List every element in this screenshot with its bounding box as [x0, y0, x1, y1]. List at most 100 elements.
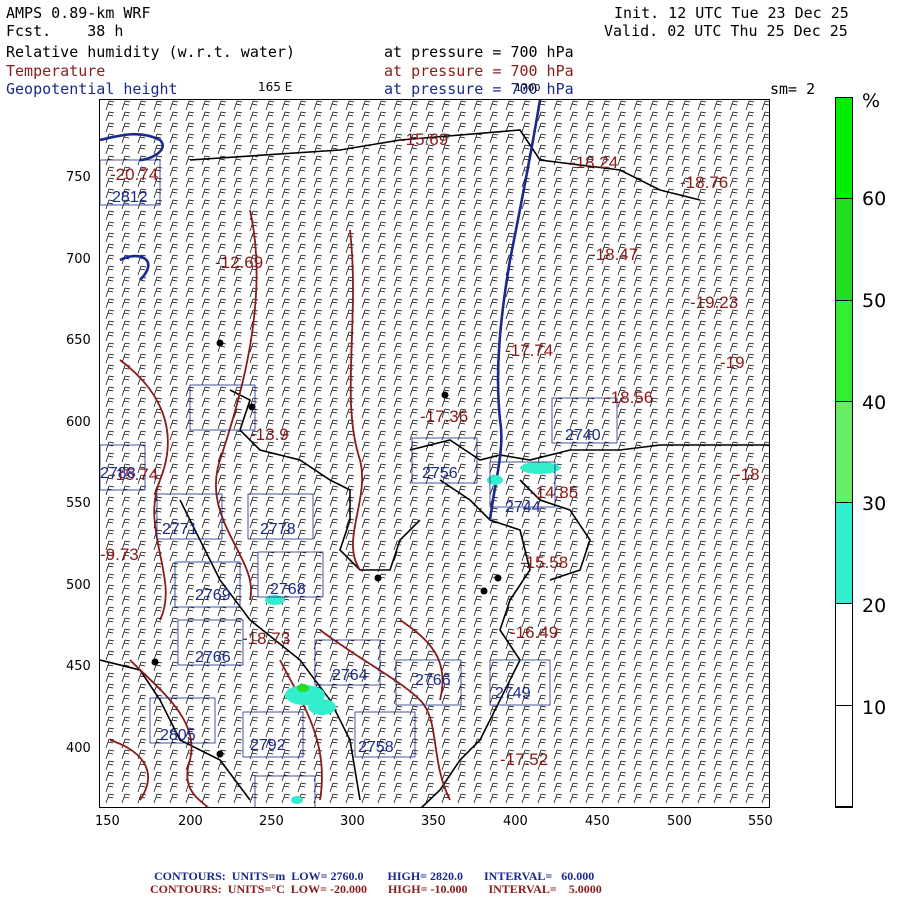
wind-barb [665, 111, 675, 122]
wind-barb [137, 562, 147, 573]
wind-barb [553, 672, 563, 683]
wind-barb [297, 133, 307, 144]
wind-barb [601, 562, 611, 573]
wind-barb [729, 331, 739, 342]
wind-barb [521, 199, 531, 210]
wind-barb [393, 573, 403, 584]
wind-barb [617, 562, 627, 573]
wind-barb [425, 199, 435, 210]
wind-barb [297, 265, 307, 276]
wind-barb [649, 221, 659, 232]
wind-barb [585, 309, 595, 320]
colorbar-tick-label: 20 [862, 595, 887, 617]
wind-barb [697, 694, 707, 705]
wind-barb [265, 243, 275, 254]
wind-barb [169, 287, 179, 298]
wind-barb [425, 661, 435, 672]
wind-barb [169, 155, 179, 166]
wind-barb [537, 331, 547, 342]
wind-barb [265, 331, 275, 342]
wind-barb [105, 232, 115, 243]
wind-barb [329, 386, 339, 397]
wind-barb [329, 452, 339, 463]
wind-barb [649, 430, 659, 441]
wind-barb [601, 595, 611, 606]
wind-barb [329, 265, 339, 276]
wind-barb [729, 683, 739, 694]
height-label: 2766 [415, 672, 451, 689]
wind-barb [553, 661, 563, 672]
wind-barb [185, 210, 195, 221]
wind-barb [185, 441, 195, 452]
wind-barb [185, 232, 195, 243]
wind-barb [505, 540, 515, 551]
wind-barb [473, 232, 483, 243]
wind-barb [217, 551, 227, 562]
wind-barb [761, 771, 769, 782]
colorbar-tick-label: 30 [862, 493, 887, 515]
wind-barb [105, 397, 115, 408]
wind-barb [329, 584, 339, 595]
wind-barb [265, 111, 275, 122]
wind-barb [345, 188, 355, 199]
wind-barb [745, 155, 755, 166]
wind-barb [681, 210, 691, 221]
wind-barb [585, 727, 595, 738]
wind-barb [265, 793, 275, 804]
wind-barb [329, 540, 339, 551]
wind-barb [553, 100, 563, 111]
wind-barb [633, 584, 643, 595]
wind-barb [153, 276, 163, 287]
wind-barb [297, 496, 307, 507]
wind-barb [329, 287, 339, 298]
wind-barb [297, 529, 307, 540]
wind-barb [697, 793, 707, 804]
wind-barb [281, 232, 291, 243]
wind-barb [409, 331, 419, 342]
wind-barb [457, 221, 467, 232]
temperature-label: -17.52 [500, 750, 548, 769]
wind-barb [729, 573, 739, 584]
wind-barb [441, 342, 451, 353]
wind-barb [665, 287, 675, 298]
wind-barb [505, 397, 515, 408]
wind-barb [681, 430, 691, 441]
wind-barb [633, 793, 643, 804]
wind-barb [233, 111, 243, 122]
wind-barb [473, 188, 483, 199]
wind-barb [233, 243, 243, 254]
wind-barb [681, 672, 691, 683]
wind-barb [505, 463, 515, 474]
wind-barb [745, 133, 755, 144]
wind-barb [729, 760, 739, 771]
wind-barb [441, 430, 451, 441]
wind-barb [633, 551, 643, 562]
wind-barb [713, 254, 723, 265]
wind-barb [121, 375, 131, 386]
wind-barb [761, 452, 769, 463]
wind-barb [329, 518, 339, 529]
wind-barb [457, 705, 467, 716]
wind-barb [409, 309, 419, 320]
wind-barb [377, 408, 387, 419]
wind-barb [249, 606, 259, 617]
wind-barb [681, 650, 691, 661]
wind-barb [233, 232, 243, 243]
wind-barb [169, 353, 179, 364]
wind-barb [457, 155, 467, 166]
wind-barb [553, 364, 563, 375]
wind-barb [521, 375, 531, 386]
temperature-label: -18.24 [570, 153, 618, 172]
wind-barb [233, 694, 243, 705]
wind-barb [297, 749, 307, 760]
forecast-hour: Fcst. 38 h [6, 22, 123, 40]
wind-barb [457, 529, 467, 540]
wind-barb [489, 771, 499, 782]
wind-barb [121, 782, 131, 793]
wind-barb [281, 199, 291, 210]
wind-barb [185, 683, 195, 694]
wind-barb [649, 287, 659, 298]
wind-barb [665, 232, 675, 243]
wind-barb [377, 639, 387, 650]
wind-barb [185, 705, 195, 716]
